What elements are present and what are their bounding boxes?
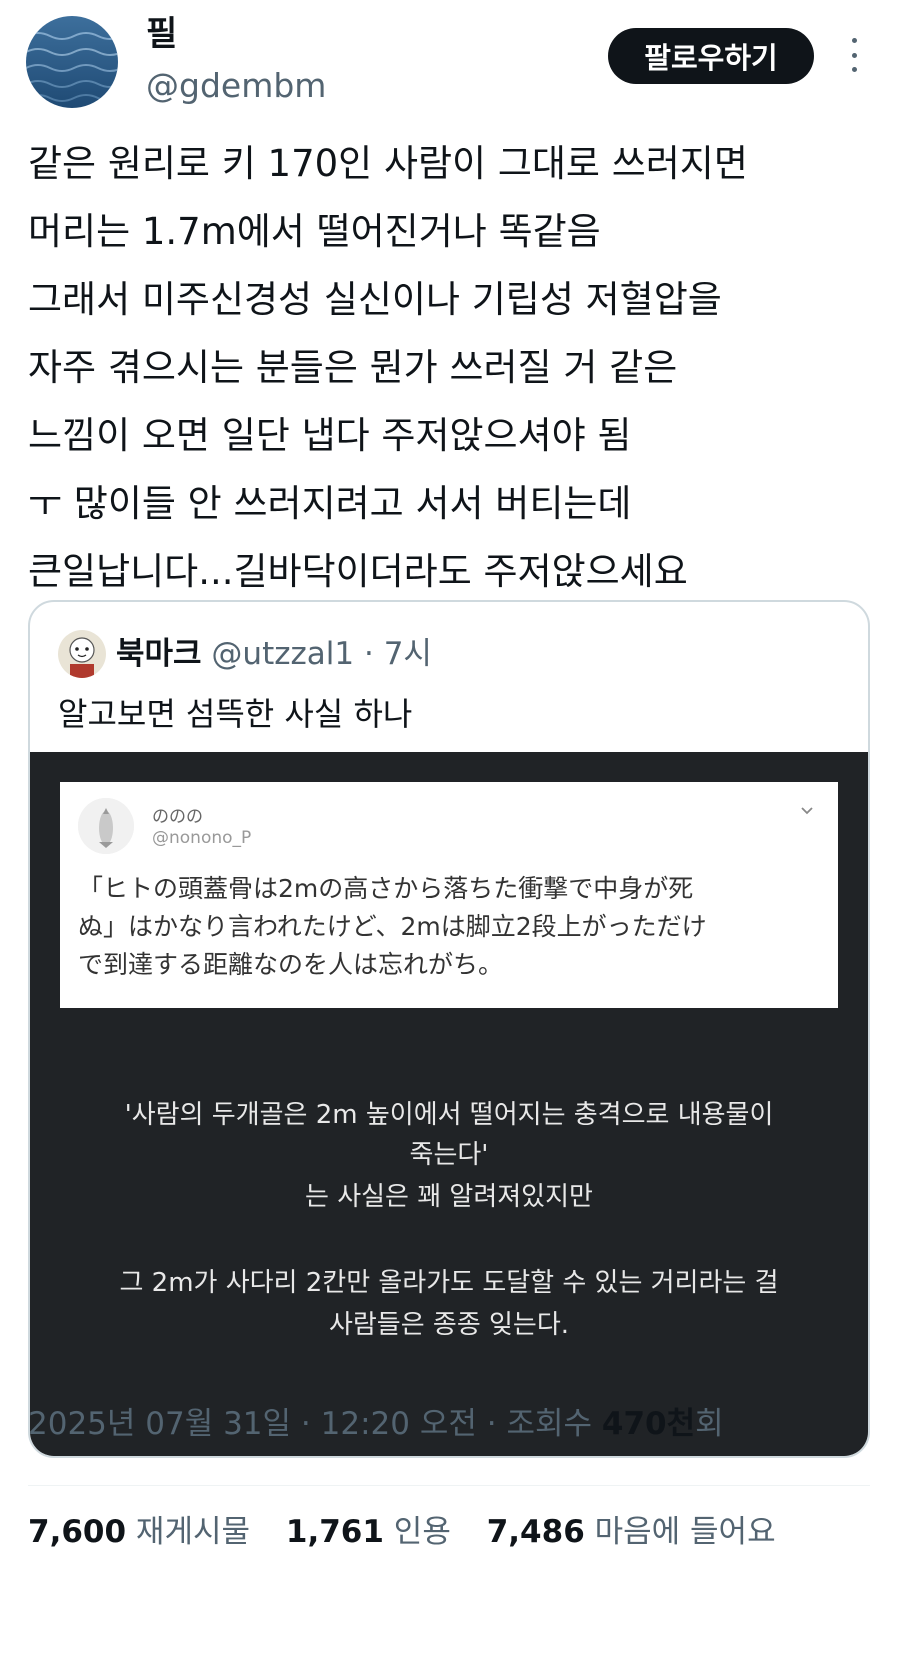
tweet-date[interactable]: 2025년 07월 31일 [28,1406,291,1442]
tweet-line: 느낌이 오면 일단 냅다 주저앉으셔야 됨 [28,414,632,457]
embedded-japanese-text: 「ヒトの頭蓋骨は2mの高さから落ちた衝撃で中身が死 ぬ」はかなり言われたけど、2… [78,870,828,984]
tweet-line: 자주 겪으시는 분들은 뭔가 쓰러질 거 같은 [28,346,678,389]
likes-stat[interactable]: 7,486 마음에 들어요 [487,1514,776,1550]
reposts-label: 재게시물 [135,1514,251,1550]
likes-count: 7,486 [486,1514,585,1550]
divider [28,1485,870,1486]
ocean-avatar-image [26,16,118,108]
engagement-stats: 7,600 재게시물 1,761 인용 7,486 마음에 들어요 [28,1510,776,1554]
quoted-author-handle[interactable]: @utzzal1 [211,636,354,672]
tweet-line: 머리는 1.7m에서 떨어진거나 똑같음 [28,210,601,253]
tweet-meta: 2025년 07월 31일 · 12:20 오전 · 조회수 470천회 [28,1402,724,1446]
embedded-text-line: で到達する距離なのを人は忘れがち。 [78,950,504,979]
reposts-stat[interactable]: 7,600 재게시물 [28,1514,250,1550]
quotes-stat[interactable]: 1,761 인용 [286,1514,451,1550]
media-caption: '사람의 두개골은 2m 높이에서 떨어지는 충격으로 내용물이 죽는다' 는 … [30,1090,868,1350]
embedded-text-line: 「ヒトの頭蓋骨は2mの高さから落ちた衝撃で中身が死 [78,874,694,903]
more-vertical-icon[interactable] [848,38,860,72]
tweet-line: 같은 원리로 키 170인 사람이 그대로 쓰러지면 [28,142,748,185]
author-avatar[interactable] [26,16,118,108]
embedded-author-handle: @nonono_P [152,828,252,848]
quoted-tweet-text: 알고보면 섬뜩한 사실 하나 [58,695,413,733]
fish-avatar-image [78,798,134,854]
meta-separator: · [300,1406,311,1442]
quoted-author-avatar [58,630,106,678]
quoted-tweet-media[interactable]: ののの @nonono_P 「ヒトの頭蓋骨は2mの高さから落ちた衝撃で中身が死 … [30,752,868,1456]
caption-line: 는 사실은 꽤 알려져있지만 [305,1182,593,1212]
tweet-line: ㅜ 많이들 안 쓰러지려고 서서 버티는데 [28,482,632,525]
quotes-count: 1,761 [285,1514,384,1550]
quotes-label: 인용 [393,1514,451,1550]
tweet-line: 큰일납니다...길바닥이더라도 주저앉으세요 [28,550,688,593]
tweet-text: 같은 원리로 키 170인 사람이 그대로 쓰러지면 머리는 1.7m에서 떨어… [28,130,878,606]
follow-button[interactable]: 팔로우하기 [608,28,814,84]
embedded-text-line: ぬ」はかなり言われたけど、2mは脚立2段上がっただけ [78,912,707,941]
cartoon-avatar-image [58,630,106,678]
meta-separator: · [486,1406,497,1442]
embedded-author-avatar [78,798,134,854]
reposts-count: 7,600 [28,1514,127,1550]
chevron-down-icon [801,807,813,815]
embedded-author-name: ののの [152,807,203,827]
quoted-separator: · [363,636,374,672]
tweet-line: 그래서 미주신경성 실신이나 기립성 저혈압을 [28,278,722,321]
quoted-author-name[interactable]: 북마크 [116,636,202,672]
likes-label: 마음에 들어요 [594,1514,776,1550]
caption-line [30,1222,868,1258]
tweet-time[interactable]: 12:20 오전 [321,1406,477,1442]
views-suffix: 회 [695,1406,724,1442]
quoted-tweet-header: 북마크 @utzzal1 · 7시 [116,630,432,678]
quoted-timestamp[interactable]: 7시 [384,636,432,672]
embedded-screenshot-card: ののの @nonono_P 「ヒトの頭蓋骨は2mの高さから落ちた衝撃で中身が死 … [60,782,838,1008]
author-display-name[interactable]: 필 [146,14,177,54]
views-label: 조회수 [506,1406,593,1442]
quoted-tweet-card[interactable]: 북마크 @utzzal1 · 7시 알고보면 섬뜩한 사실 하나 ののの @no… [28,600,870,1458]
views-value: 470천 [601,1406,696,1442]
author-handle[interactable]: @gdembm [146,66,326,106]
